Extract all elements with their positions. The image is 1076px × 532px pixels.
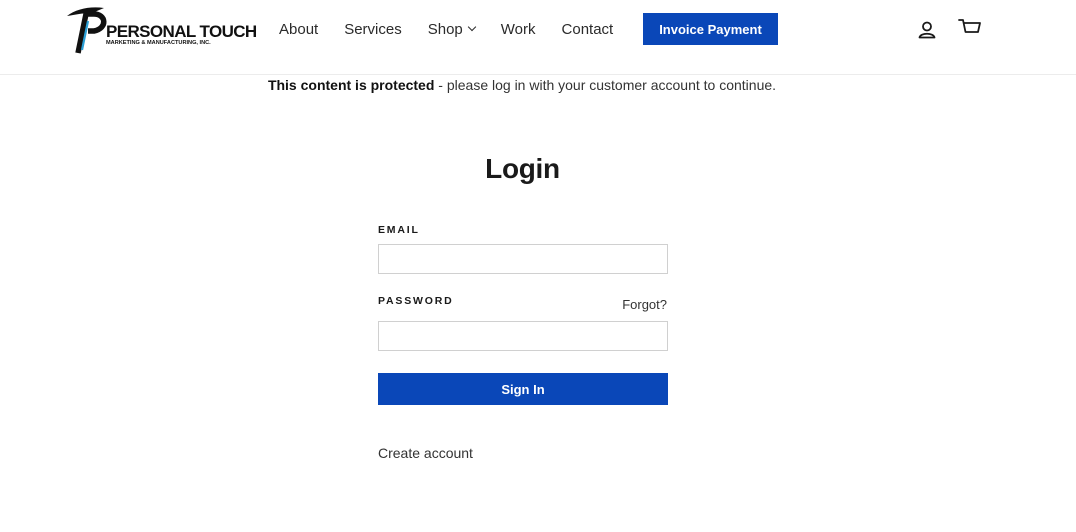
nav-contact-label: Contact: [561, 20, 614, 38]
nav-shop-label: Shop: [427, 20, 463, 38]
nav-services[interactable]: Services: [344, 21, 402, 38]
nav-shop[interactable]: Shop: [427, 20, 477, 38]
email-field[interactable]: [378, 244, 668, 274]
create-account-link[interactable]: Create account: [378, 445, 473, 461]
password-label: PASSWORD: [378, 295, 454, 307]
invoice-payment-button[interactable]: Invoice Payment: [643, 13, 778, 45]
logo-p-mark-icon: [67, 7, 107, 54]
notice-bold: This content is protected: [267, 77, 435, 93]
cart-icon[interactable]: [958, 18, 982, 40]
notice-rest: - please log in with your customer accou…: [434, 77, 777, 93]
password-field[interactable]: [378, 321, 668, 351]
brand-name: PERSONAL TOUCH: [106, 22, 257, 41]
chevron-down-icon: [467, 22, 477, 32]
forgot-password-link[interactable]: Forgot?: [600, 297, 667, 312]
page-title: Login: [485, 153, 560, 184]
main-nav: About Services Shop Work Contact: [266, 13, 626, 45]
protected-notice: This content is protected - please log i…: [0, 77, 1044, 93]
sign-in-button[interactable]: Sign In: [378, 373, 668, 405]
nav-work-label: Work: [500, 20, 536, 38]
site-header: PERSONAL TOUCH MARKETING & MANUFACTURING…: [0, 0, 1076, 75]
nav-about-label: About: [279, 20, 319, 38]
nav-contact[interactable]: Contact: [562, 21, 614, 38]
brand-logo[interactable]: PERSONAL TOUCH MARKETING & MANUFACTURING…: [64, 4, 257, 54]
account-icon[interactable]: [917, 20, 937, 40]
email-label: EMAIL: [378, 224, 420, 236]
nav-about[interactable]: About: [279, 21, 318, 38]
nav-work[interactable]: Work: [501, 21, 536, 38]
nav-services-label: Services: [344, 20, 402, 38]
brand-tagline: MARKETING & MANUFACTURING, INC.: [106, 40, 211, 46]
